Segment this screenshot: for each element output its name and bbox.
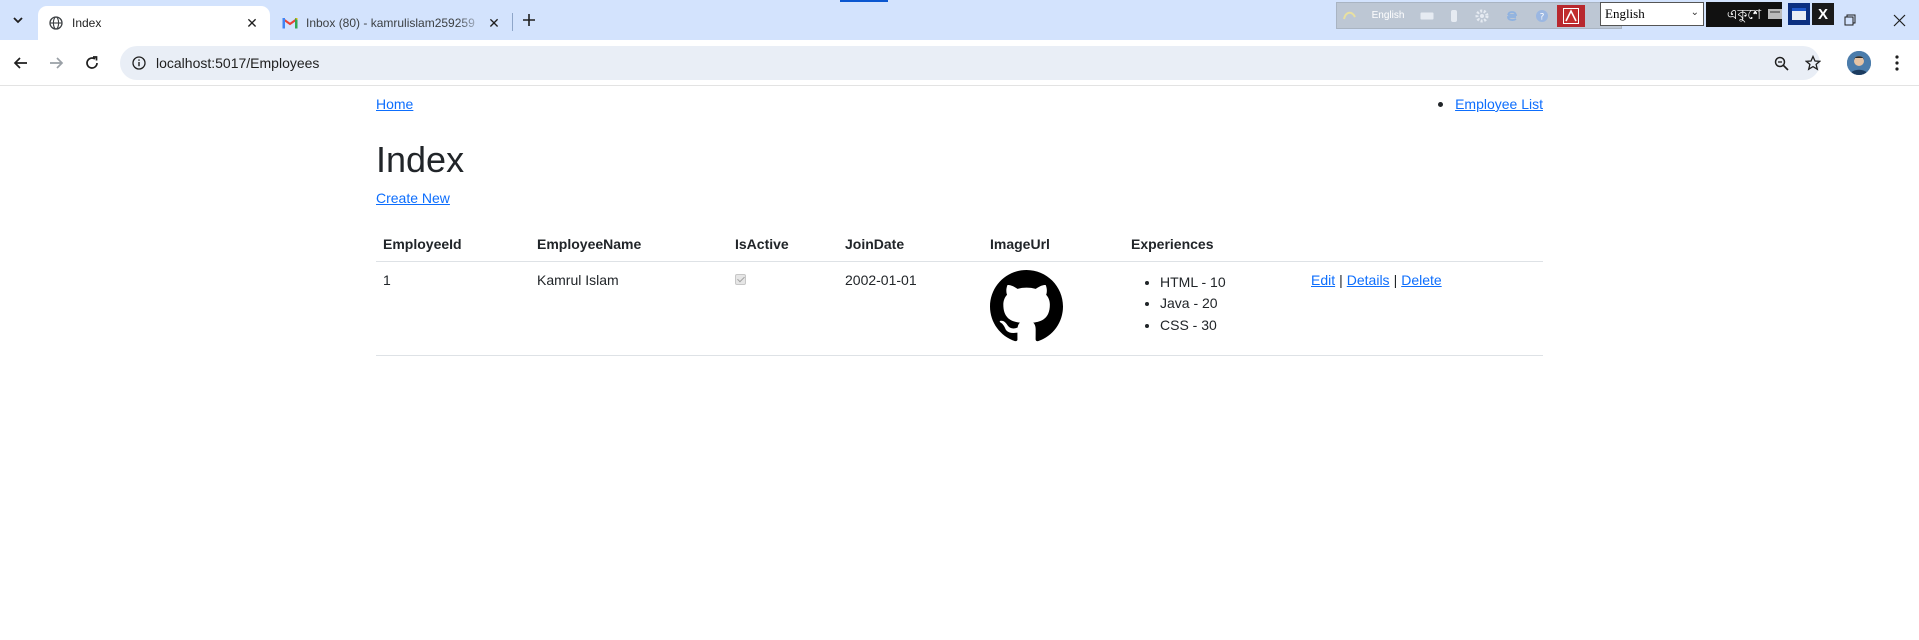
cell-is-active: [728, 261, 838, 356]
profile-avatar[interactable]: [1847, 51, 1871, 75]
list-bullet: [1438, 101, 1444, 107]
ime-close-icon[interactable]: X: [1812, 3, 1834, 25]
keyboard-icon[interactable]: [1413, 5, 1441, 27]
chevron-down-icon: ⌄: [1690, 7, 1699, 18]
page-title: Index: [376, 139, 465, 180]
font-icon[interactable]: [1441, 5, 1467, 27]
tab-gmail-inbox[interactable]: Inbox (80) - kamrulislam259259 ✕: [272, 6, 512, 40]
ime-mini-language[interactable]: English: [1363, 5, 1413, 27]
forward-button[interactable]: [43, 50, 69, 76]
address-bar[interactable]: localhost:5017/Employees: [120, 46, 1823, 80]
cell-employee-id: 1: [376, 261, 530, 356]
edit-link[interactable]: Edit: [1311, 272, 1335, 288]
back-button[interactable]: [8, 50, 34, 76]
globe-icon: [48, 15, 64, 31]
table-row: 1 Kamrul Islam 2002-01-01 HTML - 10 Java…: [376, 261, 1543, 356]
experience-list: HTML - 10 Java - 20 CSS - 30: [1131, 272, 1297, 337]
chevron-down-icon: [13, 17, 23, 24]
tab-separator: [512, 13, 513, 31]
close-icon[interactable]: ✕: [484, 13, 504, 33]
browser-e-icon[interactable]: [1497, 5, 1527, 27]
create-new-link[interactable]: Create New: [376, 190, 450, 206]
table-header-row: EmployeeId EmployeeName IsActive JoinDat…: [376, 228, 1543, 262]
details-link[interactable]: Details: [1347, 272, 1390, 288]
close-icon[interactable]: ✕: [242, 13, 262, 33]
header-actions: [1304, 228, 1543, 262]
tab-index[interactable]: Index ✕: [38, 6, 270, 40]
arrow-right-icon: [50, 57, 64, 69]
header-employee-name: EmployeeName: [530, 228, 728, 262]
new-tab-button[interactable]: [518, 9, 540, 31]
delete-link[interactable]: Delete: [1401, 272, 1441, 288]
close-window-icon[interactable]: [1887, 8, 1911, 32]
github-logo-icon: [990, 269, 1063, 341]
header-image-url: ImageUrl: [983, 228, 1124, 262]
ime-window-icon[interactable]: [1788, 3, 1810, 25]
tab-search-button[interactable]: [6, 9, 30, 31]
more-menu-icon[interactable]: [1887, 51, 1907, 75]
employee-list-link[interactable]: Employee List: [1455, 96, 1543, 112]
bookmark-star-icon[interactable]: [1803, 53, 1823, 73]
header-employee-id: EmployeeId: [376, 228, 530, 262]
action-separator: |: [1339, 271, 1343, 288]
nav-list: Employee List: [1438, 96, 1543, 112]
tab-strip-accent: [840, 0, 888, 2]
cell-experiences: HTML - 10 Java - 20 CSS - 30: [1124, 261, 1304, 356]
list-item: CSS - 30: [1160, 315, 1297, 337]
header-join-date: JoinDate: [838, 228, 983, 262]
plus-icon: [523, 14, 535, 26]
header-is-active: IsActive: [728, 228, 838, 262]
site-info-icon[interactable]: [130, 54, 148, 72]
help-icon[interactable]: ?: [1527, 5, 1557, 27]
is-active-checkbox: [735, 273, 746, 285]
reload-button[interactable]: [79, 50, 105, 76]
list-item: Java - 20: [1160, 293, 1297, 315]
svg-text:?: ?: [1540, 12, 1545, 22]
ime-minimize-icon[interactable]: [1764, 3, 1786, 25]
browser-tabbar: Index ✕ Inbox (80) - kamrulislam259259 ✕…: [0, 0, 1919, 40]
cell-join-date: 2002-01-01: [838, 261, 983, 356]
zoom-icon[interactable]: [1771, 53, 1791, 73]
restore-window-icon[interactable]: [1838, 8, 1862, 32]
employee-table: EmployeeId EmployeeName IsActive JoinDat…: [376, 228, 1543, 356]
arrow-left-icon: [13, 57, 27, 69]
ime-language-select[interactable]: English ⌄: [1600, 2, 1704, 26]
action-separator: |: [1393, 271, 1398, 288]
settings-gear-icon[interactable]: [1467, 5, 1497, 27]
cell-employee-name: Kamrul Islam: [530, 261, 728, 356]
tab-title: Index: [72, 16, 102, 30]
address-url[interactable]: localhost:5017/Employees: [156, 55, 319, 71]
home-link[interactable]: Home: [376, 96, 413, 112]
list-item: HTML - 10: [1160, 272, 1297, 294]
gmail-icon: [282, 15, 298, 31]
cell-image: [983, 261, 1124, 356]
reload-icon: [86, 56, 98, 69]
ime-toolbar: English ?: [1336, 2, 1622, 29]
tab-title: Inbox (80) - kamrulislam259259: [306, 16, 475, 30]
ime-logo-icon[interactable]: [1337, 5, 1363, 27]
browser-toolbar: localhost:5017/Employees: [0, 40, 1919, 86]
cell-actions: Edit | Details | Delete: [1304, 261, 1543, 356]
adobe-icon[interactable]: [1557, 4, 1585, 27]
header-experiences: Experiences: [1124, 228, 1304, 262]
ime-language-value: English: [1605, 6, 1645, 21]
